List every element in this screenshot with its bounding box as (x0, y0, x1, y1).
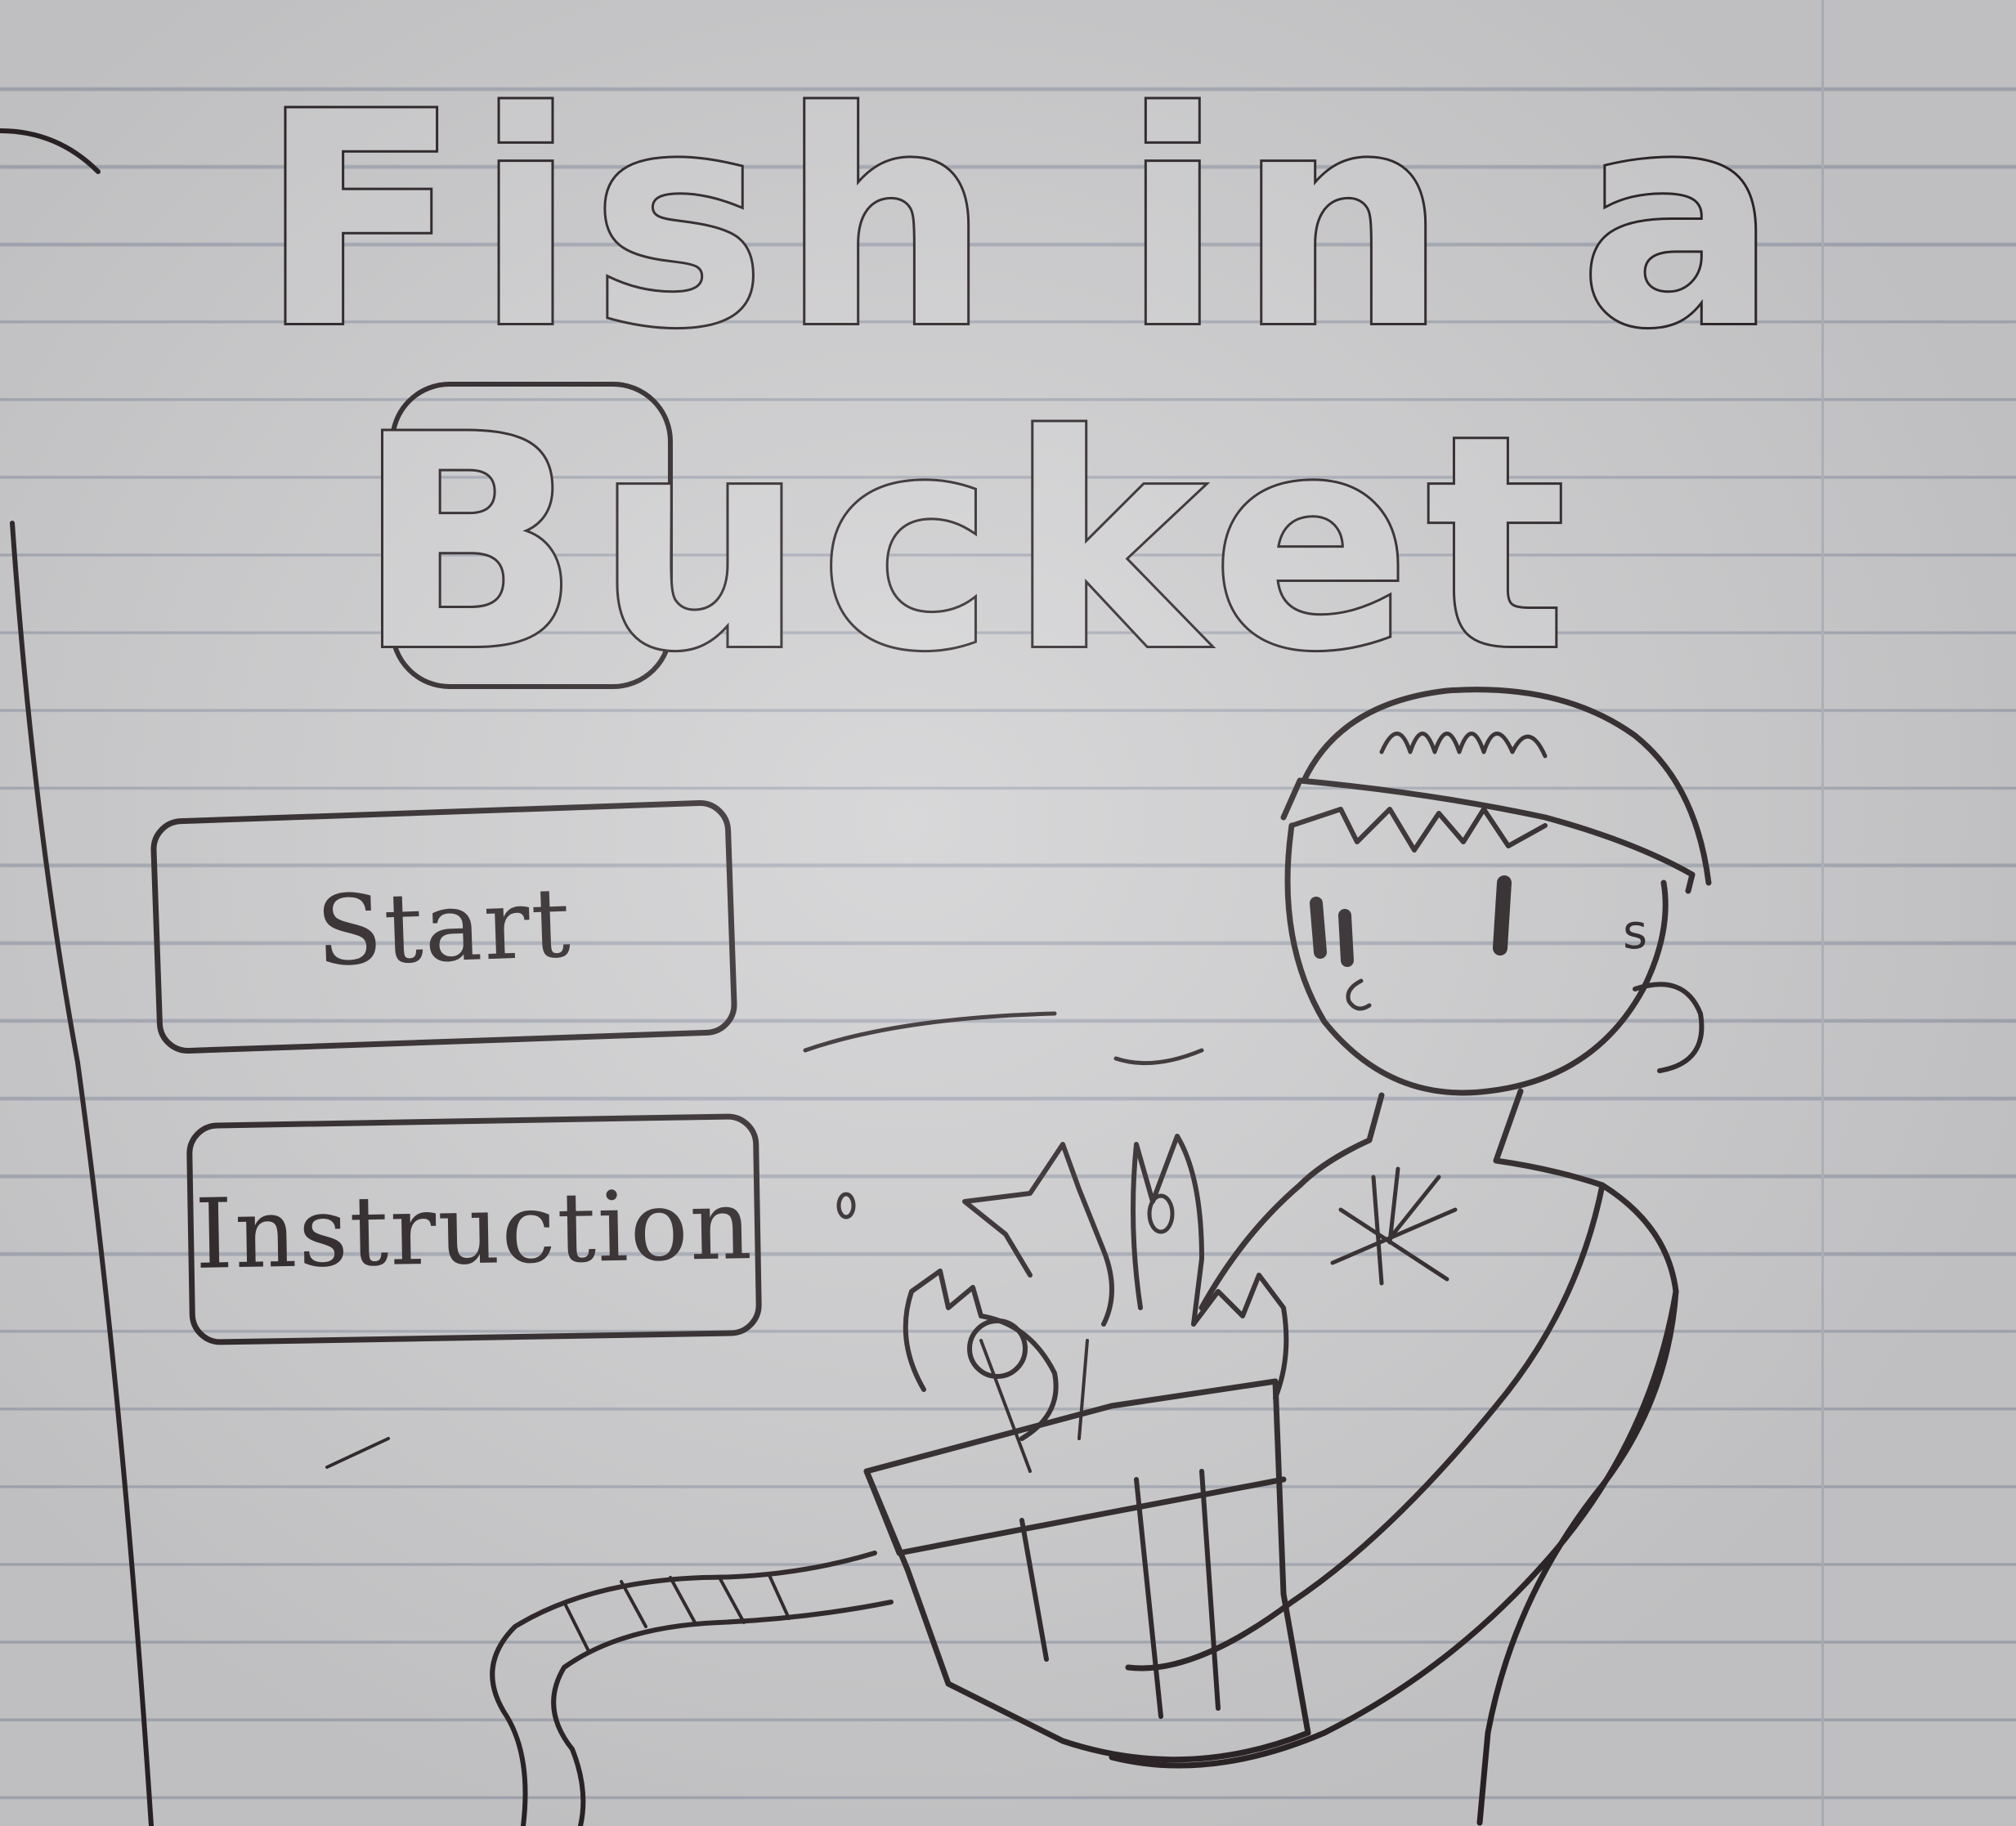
mouth (1346, 978, 1372, 1011)
title-line-2: Bucket (356, 373, 1581, 715)
instructions-button[interactable]: Instruction (186, 1112, 763, 1346)
ear (1633, 982, 1705, 1073)
motion-mark-2 (1113, 1048, 1204, 1066)
fish-2-eye (1147, 1193, 1175, 1234)
fish-bucket-icon (863, 1134, 1311, 1763)
fish-3-eye (967, 1318, 1028, 1379)
cap-pattern (1379, 732, 1548, 759)
cap-label: s (1623, 904, 1647, 960)
body-outline (1198, 1088, 1679, 1826)
motion-mark-1 (803, 1011, 1057, 1053)
right-eye (1493, 875, 1512, 956)
arm (1109, 1182, 1679, 1769)
fish-1 (962, 1142, 1114, 1327)
screen-border-left (0, 128, 154, 1826)
bubble-dot (836, 1192, 856, 1220)
fishing-rope (490, 1551, 894, 1826)
rope-hatching (562, 1572, 791, 1653)
shirt-star-icon (1330, 1166, 1458, 1286)
cap-icon (1280, 687, 1712, 894)
bucket-strokes (979, 1339, 1089, 1473)
left-eye (1310, 897, 1354, 967)
hair (1289, 807, 1548, 853)
bucket-body (863, 1378, 1311, 1763)
pencil-mark (325, 1437, 390, 1469)
title-line-1: Fish in a (259, 50, 1792, 392)
start-button[interactable]: Start (150, 799, 738, 1055)
start-button-label: Start (314, 866, 574, 988)
instructions-button-label: Instruction (194, 1168, 755, 1291)
fish-3 (903, 1269, 1059, 1441)
game-title: Fish in a Bucket (257, 47, 1792, 718)
bucket-rim (863, 1468, 1287, 1556)
